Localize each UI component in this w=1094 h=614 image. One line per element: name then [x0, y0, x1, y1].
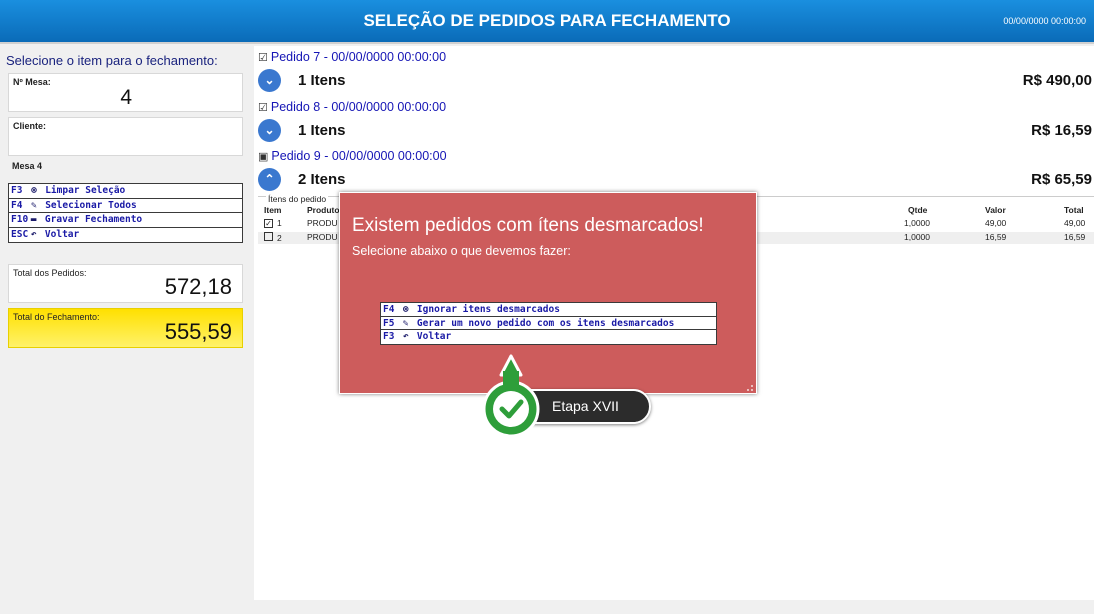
fkey-label: F10 — [11, 214, 29, 225]
pedido-checkbox[interactable]: ☑ — [258, 52, 268, 64]
pedido-checkbox[interactable]: ▣ — [258, 151, 268, 163]
dialog-voltar-button[interactable]: F3 ↶ Voltar — [381, 330, 716, 344]
edit-icon: ✎ — [402, 317, 409, 329]
fkey-label: F4 — [383, 304, 395, 315]
title-bar: SELEÇÃO DE PEDIDOS PARA FECHAMENTO 00/00… — [0, 0, 1094, 44]
voltar-button[interactable]: ESC ↶ Voltar — [9, 228, 242, 243]
back-arrow-icon: ↶ — [30, 228, 37, 240]
fkey-label: F3 — [11, 185, 23, 196]
cliente-field[interactable]: Cliente: — [8, 117, 243, 156]
total-pedidos-box: Total dos Pedidos: 572,18 — [8, 264, 243, 303]
pedido-header[interactable]: ☑ Pedido 7 - 00/00/0000 00:00:00 — [258, 50, 446, 64]
pedido-items-count: 1 Itens — [298, 122, 346, 139]
row-valor: 49,00 — [985, 218, 1007, 228]
mesa-box: Nº Mesa: 4 — [8, 73, 243, 112]
fkey-text: Ignorar itens desmarcados — [416, 304, 560, 315]
col-valor: Valor — [985, 205, 1006, 215]
row-checkbox[interactable] — [264, 232, 273, 241]
pedido-header[interactable]: ▣ Pedido 9 - 00/00/0000 00:00:00 — [258, 149, 447, 163]
row-qtde: 1,0000 — [904, 218, 930, 228]
col-qtde: Qtde — [908, 205, 928, 215]
resize-grip-icon[interactable] — [747, 385, 753, 391]
col-produto: Produto — [307, 205, 340, 215]
dialog-title: Existem pedidos com ítens desmarcados! — [352, 215, 704, 236]
fkey-text: Selecionar Todos — [45, 199, 137, 211]
pedido-items-count: 1 Itens — [298, 72, 346, 89]
row-produto: PRODU — [307, 218, 338, 228]
total-pedidos-value: 572,18 — [164, 274, 232, 299]
pedido-row[interactable]: ▣ Pedido 9 - 00/00/0000 00:00:00 ⌃ 2 Iten… — [254, 145, 1094, 194]
row-valor: 16,59 — [985, 232, 1007, 242]
page-title: SELEÇÃO DE PEDIDOS PARA FECHAMENTO — [363, 11, 731, 30]
status-bar — [0, 600, 1094, 614]
pedido-title: Pedido 8 - 00/00/0000 00:00:00 — [270, 100, 447, 114]
gerar-novo-pedido-button[interactable]: F5 ✎ Gerar um novo pedido com os itens d… — [381, 317, 716, 330]
total-pedidos-label: Total dos Pedidos: — [13, 268, 87, 278]
mesa-value: 4 — [120, 86, 132, 109]
pedido-total: R$ 490,00 — [1022, 72, 1092, 89]
pedido-title: Pedido 9 - 00/00/0000 00:00:00 — [271, 149, 447, 163]
fkey-label: F5 — [383, 317, 395, 329]
row-item: 1 — [277, 218, 282, 228]
pedido-header[interactable]: ☑ Pedido 8 - 00/00/0000 00:00:00 — [258, 100, 446, 114]
fkey-text: Voltar — [416, 331, 452, 342]
fkey-text: Gravar Fechamento — [44, 214, 143, 225]
fkey-text: Gerar um novo pedido com os itens desmar… — [416, 317, 675, 329]
chevron-down-icon[interactable]: ⌄ — [258, 119, 281, 142]
check-icon — [482, 354, 540, 437]
fkey-text: Voltar — [44, 228, 80, 240]
fkey-label: F3 — [383, 331, 395, 342]
total-fechamento-label: Total do Fechamento: — [13, 312, 100, 322]
edit-icon: ✎ — [31, 199, 37, 211]
mesa-label: Nº Mesa: — [13, 77, 51, 87]
pedido-total: R$ 65,59 — [1031, 171, 1092, 188]
cliente-label: Cliente: — [13, 121, 47, 131]
gravar-fechamento-button[interactable]: F10 ▬ Gravar Fechamento — [9, 213, 242, 228]
total-fechamento-value: 555,59 — [164, 319, 232, 344]
fkey-label: F4 — [11, 199, 23, 211]
ignorar-itens-button[interactable]: F4 ⊗ Ignorar itens desmarcados — [381, 303, 716, 317]
dialog-options: F4 ⊗ Ignorar itens desmarcados F5 ✎ Gera… — [380, 302, 717, 345]
row-item: 2 — [277, 233, 282, 243]
clear-icon: ⊗ — [402, 304, 409, 315]
col-item: Item — [264, 205, 282, 215]
pedido-row[interactable]: ☑ Pedido 8 - 00/00/0000 00:00:00 ⌄ 1 Iten… — [254, 96, 1094, 145]
chevron-down-icon[interactable]: ⌄ — [258, 69, 281, 92]
chevron-up-icon[interactable]: ⌃ — [258, 168, 281, 191]
pedido-row[interactable]: ☑ Pedido 7 - 00/00/0000 00:00:00 ⌄ 1 Iten… — [254, 46, 1094, 95]
sidebar: Selecione o item para o fechamento: Nº M… — [0, 46, 252, 614]
row-total: 16,59 — [1064, 232, 1086, 242]
mesa-info: Mesa 4 — [12, 161, 43, 171]
pedido-total: R$ 16,59 — [1031, 122, 1092, 139]
sidebar-function-keys: F3 ⊗ Limpar Seleção F4 ✎ Selecionar Todos … — [8, 183, 243, 243]
limpar-selecao-button[interactable]: F3 ⊗ Limpar Seleção — [9, 184, 242, 199]
row-total: 49,00 — [1064, 218, 1086, 228]
pedido-items-count: 2 Itens — [298, 171, 346, 188]
clear-icon: ⊗ — [31, 185, 37, 196]
itens-grid-label: Ítens do pedido — [266, 194, 329, 204]
sidebar-heading: Selecione o item para o fechamento: — [6, 53, 218, 68]
back-arrow-icon: ↶ — [402, 331, 409, 342]
col-total: Total — [1064, 205, 1084, 215]
save-icon: ▬ — [30, 214, 37, 225]
total-fechamento-box: Total do Fechamento: 555,59 — [8, 308, 243, 348]
fkey-text: Limpar Seleção — [45, 185, 126, 196]
fkey-label: ESC — [11, 228, 29, 240]
row-checkbox[interactable]: ✓ — [264, 219, 273, 228]
datetime-label: 00/00/0000 00:00:00 — [1003, 16, 1086, 26]
pedido-title: Pedido 7 - 00/00/0000 00:00:00 — [270, 50, 447, 64]
row-qtde: 1,0000 — [904, 232, 930, 242]
row-produto: PRODU — [307, 232, 338, 242]
pedido-checkbox[interactable]: ☑ — [258, 102, 268, 114]
dialog-subtitle: Selecione abaixo o que devemos fazer: — [352, 244, 571, 258]
unchecked-items-dialog: Existem pedidos com ítens desmarcados! S… — [339, 192, 757, 394]
selecionar-todos-button[interactable]: F4 ✎ Selecionar Todos — [9, 199, 242, 213]
